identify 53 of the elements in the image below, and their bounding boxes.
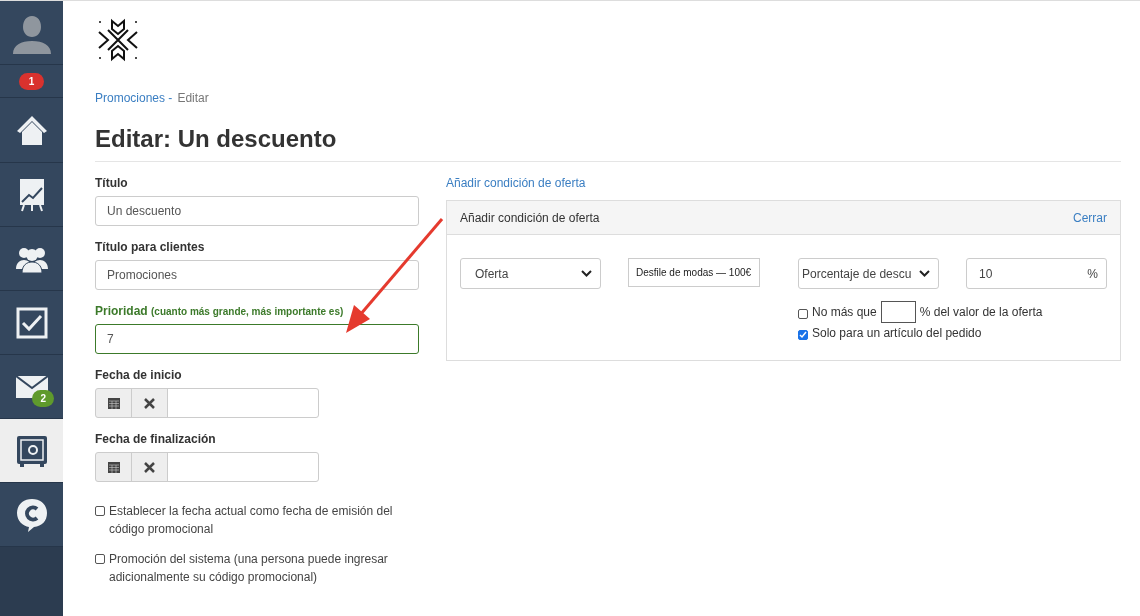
sidebar-item[interactable] [0,163,63,227]
sidebar-item[interactable] [0,291,63,355]
calendar-button[interactable] [95,452,132,482]
clear-button[interactable] [131,388,168,418]
chat-icon[interactable] [15,497,48,532]
chart-icon[interactable] [17,177,46,212]
home-icon[interactable] [15,114,48,146]
checkbox[interactable] [798,309,808,319]
close-link[interactable]: Cerrar [1073,210,1107,225]
product-field[interactable]: Desfile de modas — 100€ [628,258,760,287]
field-label: Título [95,176,129,190]
breadcrumb-link[interactable]: Promociones - [95,91,173,105]
sidebar-item[interactable] [0,419,63,483]
calendar-icon [107,397,120,409]
checkbox-label: Promoción del sistema (una persona puede ingresar adicionalmente su código promocional) [109,551,389,586]
text-field[interactable]: 7 [95,324,419,354]
panel-title: Añadir condición de oferta [460,210,600,225]
count-badge: 1 [18,72,45,90]
sidebar-item[interactable] [0,227,63,291]
caret-icon [919,270,930,277]
calendar-icon [107,461,120,473]
add-condition-link[interactable]: Añadir condición de oferta [446,176,1121,190]
sidebar-item[interactable] [0,483,63,547]
field-label: Fecha de finalización [95,432,217,446]
close-icon [144,397,155,409]
option-label: Solo para un artículo del pedido [812,326,982,340]
caret-icon [581,270,592,277]
breadcrumb-current: Editar [177,91,209,105]
discount-select[interactable]: Porcentaje de descu [798,258,939,289]
date-field[interactable] [167,452,319,482]
field-label: Título para clientes [95,240,206,254]
text-field[interactable]: Promociones [95,260,419,290]
checkbox[interactable] [798,330,808,340]
field-label: Prioridad (cuanto más grande, más importante es) [95,304,345,318]
checkbox-label: Establecer la fecha actual como fecha de emisión del código promocional [109,503,394,538]
count-badge: 2 [32,390,54,407]
percent-field[interactable] [880,301,916,323]
date-field[interactable] [167,388,319,418]
amount-field[interactable]: 10 % [966,258,1107,289]
checkbox[interactable] [95,506,105,516]
checkbox-icon[interactable] [15,306,48,339]
field-label: Fecha de inicio [95,368,183,382]
clear-button[interactable] [131,452,168,482]
close-icon [144,461,155,473]
sidebar-item[interactable] [0,98,63,163]
option-label: % del valor de la oferta [919,305,1043,319]
option-label: No más que [812,305,877,319]
calendar-button[interactable] [95,388,132,418]
checkbox[interactable] [95,554,105,564]
text-field[interactable]: Un descuento [95,196,419,226]
type-select[interactable]: Oferta [460,258,601,289]
page-title: Editar: Un descuento [95,125,1121,162]
safe-icon[interactable] [15,434,48,467]
